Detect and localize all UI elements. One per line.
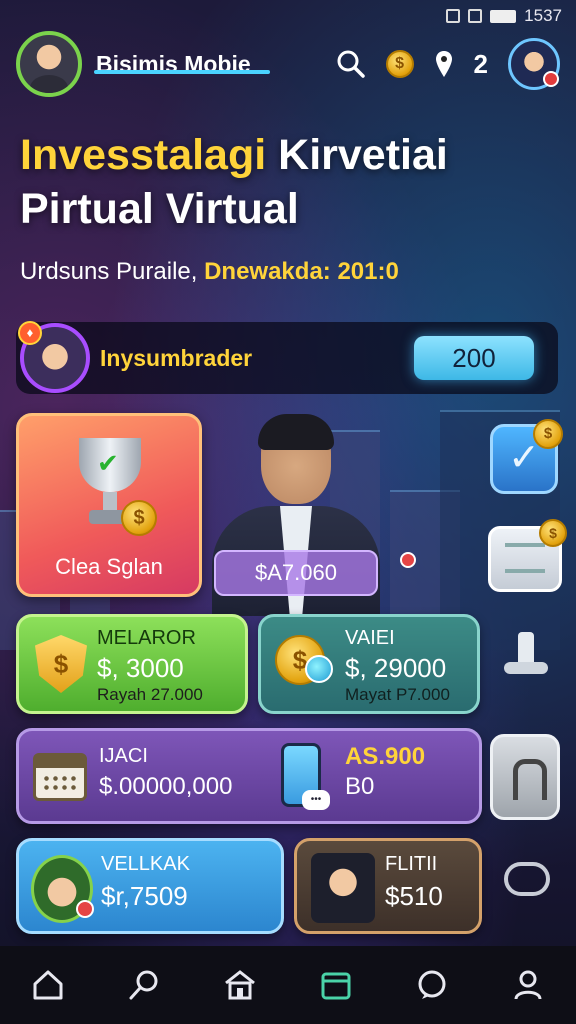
card-label: VAIEI [345,627,395,649]
card-sub: Rayah 27.000 [97,685,203,704]
nav-store[interactable] [210,955,270,1015]
notification-dot [76,900,94,918]
report-tile[interactable]: $ [488,519,567,592]
card-label: MELAROR [97,627,196,649]
hero-title-line2: Pirtual Virtual [20,185,299,233]
hero-title: Invesstalagi Kirvetiai Pirtual Virtual [20,128,560,236]
trophy-label: Clea Sglan [55,554,163,579]
check-icon: ✔ [97,448,119,478]
card-value-right: B0 [345,773,375,800]
signal-icon [446,9,461,23]
nav-search[interactable] [114,955,174,1015]
profile-icon [514,970,542,1000]
stat-card-vellkak[interactable]: VELLKAK $r,7509 [16,838,284,934]
profile-avatar[interactable] [508,38,560,90]
card-sub: Mayat P7.000 [345,685,450,704]
search-icon [129,970,158,1000]
card-label: IJACI [99,745,148,767]
coin-icon: $ [533,419,563,449]
hero-subtitle-prefix: Urdsuns Puraile, [20,258,205,285]
online-indicator [543,71,559,87]
verify-tile[interactable]: ✓ $ [490,419,563,494]
nav-profile[interactable] [498,955,558,1015]
chat-icon[interactable] [504,862,550,896]
bottom-nav [0,946,576,1024]
trophy-icon: ✔ $ [75,438,157,536]
card-label: VELLKAK [101,853,190,875]
nav-chat[interactable] [402,955,462,1015]
trader-avatar[interactable]: ♦ [18,321,90,393]
chat-icon [418,970,446,999]
globe-icon [305,655,333,683]
points-button[interactable]: 200 [414,336,534,380]
document-icon [505,543,545,573]
card-label: FLITII [385,853,438,875]
store-icon [225,970,255,1000]
header-underline [94,70,270,74]
shield-icon: $ [35,635,87,693]
calendar-icon [321,972,351,1000]
location-icon[interactable] [434,49,454,79]
card-value: $, 3000 [97,653,184,683]
card-value: $.00000,000 [99,773,233,800]
app-header: Bisimis Mobie $ 2 [0,28,576,100]
stat-card-flitii[interactable]: FLITII $510 [294,838,482,934]
header-actions: $ 2 [336,38,560,90]
lamp-icon [502,630,550,674]
phone-icon: ••• [281,743,330,810]
hero-title-rest: Kirvetiai [266,131,448,179]
headphones-button[interactable] [490,734,560,820]
chat-bubble-icon: ••• [302,790,330,810]
calendar-icon [33,753,87,801]
balance-badge[interactable]: $A7.060 [214,550,378,596]
notification-dot [400,552,416,568]
home-icon [33,970,63,1000]
card-value: $r,7509 [101,881,188,911]
coin-icon[interactable]: $ [385,50,414,78]
coin-icon: $ [121,500,157,536]
businessman-avatar [311,853,375,923]
notification-count: 2 [473,48,488,79]
trophy-card[interactable]: ✔ $ Clea Sglan [16,413,202,597]
nav-calendar[interactable] [306,955,366,1015]
battery-icon [490,9,517,23]
user-avatar[interactable] [16,31,82,97]
search-icon[interactable] [336,49,366,79]
wifi-icon [468,9,483,23]
card-label-right: AS.900 [345,743,426,770]
user-row[interactable]: ♦ Inysumbrader 200 [16,321,558,394]
coin-icon: $ [539,519,567,547]
card-value: $, 29000 [345,653,447,683]
trader-name: Inysumbrader [100,344,253,371]
hero-subtitle-highlight: Dnewakda: 201:0 [204,258,399,285]
stat-card-vaiei[interactable]: $ VAIEI $, 29000 Mayat P7.000 [258,614,480,714]
stat-card-ijaci[interactable]: IJACI $.00000,000 ••• AS.900 B0 [16,728,482,824]
support-avatar [31,855,94,923]
status-time: 1537 [524,6,562,25]
flame-icon: ♦ [18,321,42,345]
nav-home[interactable] [18,955,78,1015]
hero-subtitle: Urdsuns Puraile, Dnewakda: 201:0 [20,258,560,286]
card-value: $510 [385,881,443,911]
hero-title-highlight: Invesstalagi [20,131,267,179]
checkmark-icon: ✓ [508,437,540,479]
stat-card-melaror[interactable]: $ MELAROR $, 3000 Rayah 27.000 [16,614,248,714]
